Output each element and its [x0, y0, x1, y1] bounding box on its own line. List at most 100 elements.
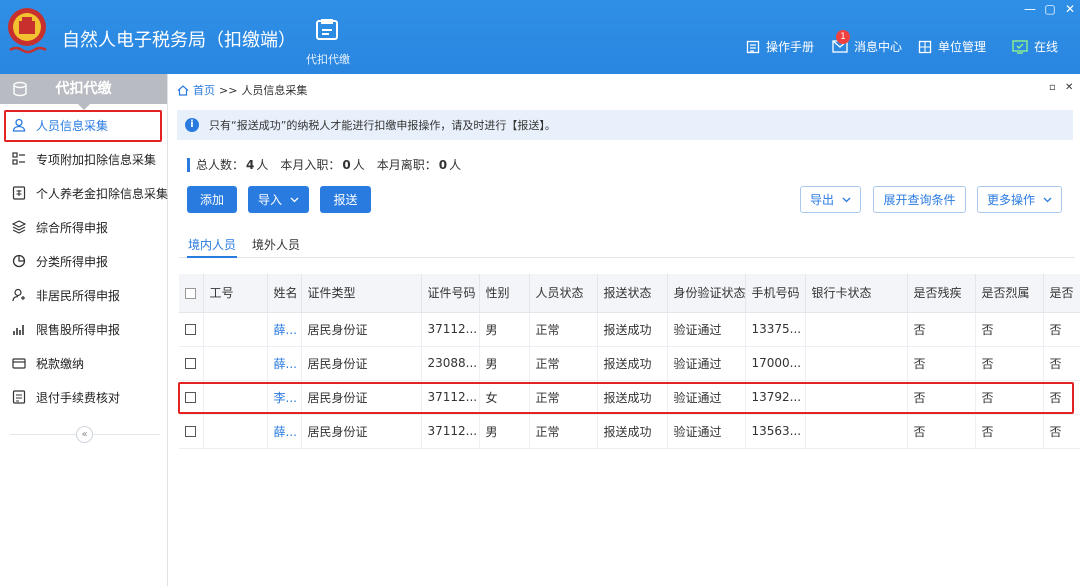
expand-query-button[interactable]: 展开查询条件: [873, 186, 966, 213]
personnel-table: 工号 姓名 证件类型 证件号码 性别 人员状态 报送状态 身份验证状态 手机号码…: [179, 274, 1080, 450]
grid-list-icon: [12, 152, 25, 165]
select-all-cell[interactable]: [179, 274, 204, 313]
table-row[interactable]: 李... 居民身份证 37112... 女 正常 报送成功 验证通过 13792…: [179, 380, 1080, 415]
cell-verify-status: 验证通过: [667, 414, 746, 449]
online-status[interactable]: 在线: [1012, 38, 1058, 55]
sidebar-item-personnel[interactable]: 人员信息采集: [0, 110, 168, 140]
building-icon: [918, 40, 932, 53]
withholding-icon: [316, 19, 338, 40]
cell-gender: 男: [479, 312, 530, 347]
column-header[interactable]: 是否: [1043, 274, 1080, 313]
tab-close-icon[interactable]: ✕: [1065, 82, 1073, 93]
more-actions-button[interactable]: 更多操作: [977, 186, 1062, 213]
cell-id-number: 37112...: [421, 312, 480, 347]
select-all-checkbox[interactable]: [185, 287, 196, 299]
cell-name-link[interactable]: 李...: [267, 380, 302, 415]
column-header[interactable]: 证件类型: [301, 274, 422, 313]
row-select-cell[interactable]: [179, 380, 204, 415]
import-button-label: 导入: [257, 193, 282, 207]
sidebar-item-restricted-stock[interactable]: 限售股所得申报: [0, 314, 168, 344]
cell-disabled: 否: [907, 346, 976, 381]
column-header[interactable]: 证件号码: [421, 274, 480, 313]
breadcrumb-home[interactable]: 首页: [193, 82, 215, 98]
table-row[interactable]: 薛... 居民身份证 37112... 男 正常 报送成功 验证通过 13563…: [179, 414, 1080, 449]
sidebar-header: 代扣代缴: [0, 74, 167, 110]
sidebar-item-pension-deduction[interactable]: 个人养老金扣除信息采集: [0, 178, 168, 208]
cell-disabled: 否: [907, 380, 976, 415]
column-header[interactable]: 姓名: [267, 274, 302, 313]
row-checkbox[interactable]: [185, 324, 196, 335]
submit-button[interactable]: 报送: [320, 186, 371, 213]
row-select-cell[interactable]: [179, 312, 204, 347]
sidebar-item-special-deduction[interactable]: 专项附加扣除信息采集: [0, 144, 168, 174]
maximize-button[interactable]: ▢: [1042, 2, 1058, 16]
cell-id-number: 37112...: [421, 380, 480, 415]
cell-id-type: 居民身份证: [301, 312, 422, 347]
column-header[interactable]: 报送状态: [597, 274, 668, 313]
cell-martyr-family: 否: [975, 414, 1044, 449]
cell-person-status: 正常: [529, 414, 598, 449]
cell-employee-id: [203, 414, 268, 449]
row-select-cell[interactable]: [179, 346, 204, 381]
export-button[interactable]: 导出: [800, 186, 861, 213]
tab-domestic[interactable]: 境内人员: [187, 236, 237, 258]
row-checkbox[interactable]: [185, 426, 196, 437]
table-row[interactable]: 薛... 居民身份证 37112... 男 正常 报送成功 验证通过 13375…: [179, 312, 1080, 347]
column-header[interactable]: 是否烈属: [975, 274, 1044, 313]
cell-martyr-family: 否: [975, 380, 1044, 415]
sidebar-item-refund-fee[interactable]: 退付手续费核对: [0, 382, 168, 412]
cell-name-link[interactable]: 薛...: [267, 414, 302, 449]
row-checkbox[interactable]: [185, 392, 196, 403]
minimize-button[interactable]: —: [1022, 2, 1038, 16]
cell-person-status: 正常: [529, 380, 598, 415]
stats-unit: 人: [449, 158, 462, 172]
column-header[interactable]: 手机号码: [745, 274, 806, 313]
sidebar-item-label: 退付手续费核对: [36, 390, 121, 405]
online-label: 在线: [1034, 40, 1059, 54]
sidebar-item-classified-income[interactable]: 分类所得申报: [0, 246, 168, 276]
stats-hired-label: 本月入职：: [280, 158, 341, 172]
cell-employee-id: [203, 312, 268, 347]
tab-overseas[interactable]: 境外人员: [251, 236, 301, 258]
more-actions-label: 更多操作: [986, 193, 1035, 207]
column-header[interactable]: 是否残疾: [907, 274, 976, 313]
add-button[interactable]: 添加: [187, 186, 237, 213]
unit-menu[interactable]: 单位管理: [918, 38, 986, 55]
personnel-tabs: 境内人员 境外人员: [179, 236, 1075, 258]
row-checkbox[interactable]: [185, 358, 196, 369]
chevron-down-icon: [290, 197, 299, 202]
column-header[interactable]: 身份验证状态: [667, 274, 746, 313]
cell-verify-status: 验证通过: [667, 346, 746, 381]
sidebar-item-comprehensive-income[interactable]: 综合所得申报: [0, 212, 168, 242]
sidebar-item-tax-payment[interactable]: 税款缴纳: [0, 348, 168, 378]
column-header[interactable]: 工号: [203, 274, 268, 313]
cell-person-status: 正常: [529, 346, 598, 381]
checklist-icon: [12, 390, 26, 404]
tax-emblem-logo: [8, 8, 47, 54]
cell-id-number: 23088...: [421, 346, 480, 381]
export-button-label: 导出: [809, 193, 834, 207]
row-select-cell[interactable]: [179, 414, 204, 449]
cell-name-link[interactable]: 薛...: [267, 346, 302, 381]
column-header[interactable]: 银行卡状态: [805, 274, 908, 313]
manual-menu[interactable]: 操作手册: [746, 38, 814, 55]
stats-left-value: 0: [438, 157, 448, 172]
collapse-sidebar-button[interactable]: «: [76, 426, 93, 443]
table-header-row: 工号 姓名 证件类型 证件号码 性别 人员状态 报送状态 身份验证状态 手机号码…: [179, 274, 1080, 313]
nav-tile-withholding[interactable]: 代扣代缴: [298, 18, 358, 67]
table-row[interactable]: 薛... 居民身份证 23088... 男 正常 报送成功 验证通过 17000…: [179, 346, 1080, 381]
breadcrumb: 首页 >> 人员信息采集: [177, 82, 307, 98]
cell-id-number: 37112...: [421, 414, 480, 449]
column-header[interactable]: 性别: [479, 274, 530, 313]
close-button[interactable]: ✕: [1062, 2, 1078, 16]
cell-id-type: 居民身份证: [301, 380, 422, 415]
cell-gender: 女: [479, 380, 530, 415]
tab-restore-icon[interactable]: ▫: [1049, 82, 1056, 93]
sidebar-item-non-resident[interactable]: 非居民所得申报: [0, 280, 168, 310]
import-button[interactable]: 导入: [248, 186, 309, 213]
column-header[interactable]: 人员状态: [529, 274, 598, 313]
sidebar-item-label: 非居民所得申报: [36, 288, 121, 303]
online-monitor-icon: [1012, 39, 1028, 54]
cell-name-link[interactable]: 薛...: [267, 312, 302, 347]
submit-button-label: 报送: [333, 193, 358, 207]
